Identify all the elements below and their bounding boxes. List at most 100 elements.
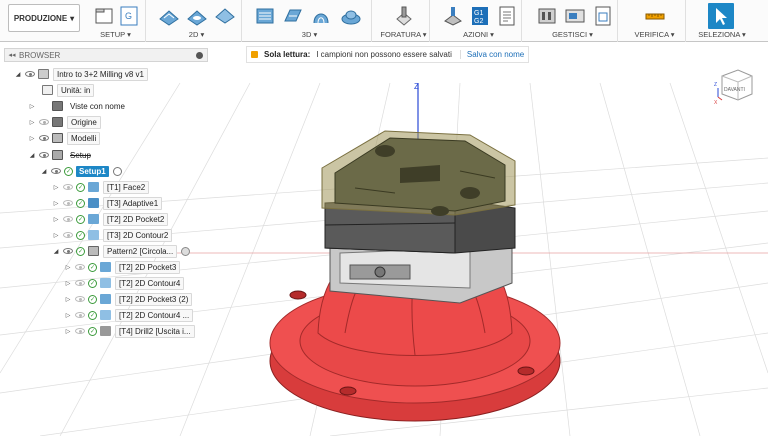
svg-text:G2: G2 — [474, 18, 483, 25]
drill-icon[interactable] — [393, 5, 415, 27]
status-check-icon: ✓ — [88, 278, 97, 288]
browser-title: BROWSER — [19, 50, 61, 60]
expand-triangle-icon[interactable]: ▷ — [64, 312, 72, 319]
face-op-icon — [88, 182, 99, 192]
tree-node-setup-folder[interactable]: ◢ Setup — [28, 148, 94, 162]
tree-node-units[interactable]: Unità: in — [42, 83, 95, 97]
expand-triangle-icon[interactable]: ▷ — [52, 200, 60, 207]
tree-node-label: [T2] 2D Contour4 ... — [115, 308, 194, 322]
tree-node-op[interactable]: ▷ ✓ [T2] 2D Pocket3 (2) — [64, 292, 193, 306]
view-cube[interactable]: DAVANTI Z X — [712, 64, 760, 106]
tree-node-models[interactable]: ▷ Modelli — [28, 131, 101, 145]
setup-folder-icon — [52, 150, 63, 160]
select-icon[interactable] — [708, 3, 734, 29]
manage-group-label[interactable]: GESTISCI ▾ — [528, 30, 617, 39]
activate-radio-icon[interactable] — [181, 246, 191, 256]
tree-node-op[interactable]: ▷ ✓ [T2] 2D Pocket2 — [52, 212, 169, 226]
visibility-eye-icon[interactable] — [39, 135, 49, 141]
visibility-eye-icon[interactable] — [75, 264, 85, 270]
expand-triangle-icon[interactable]: ▷ — [52, 184, 60, 191]
expand-triangle-icon[interactable]: ▷ — [28, 119, 36, 126]
3d-scallop-icon[interactable] — [340, 5, 362, 27]
select-group: SELEZIONA ▾ — [692, 0, 752, 42]
expand-triangle-icon[interactable]: ▷ — [64, 280, 72, 287]
contour-op-icon — [100, 310, 111, 320]
visibility-eye-icon[interactable] — [63, 248, 73, 254]
visibility-eye-icon[interactable] — [39, 119, 49, 125]
template-library-icon[interactable] — [592, 5, 614, 27]
visibility-eye-icon[interactable] — [51, 168, 61, 174]
viewcube-front-label: DAVANTI — [724, 87, 745, 93]
expand-triangle-icon[interactable]: ◢ — [14, 71, 22, 78]
2d-pocket-icon[interactable] — [186, 5, 208, 27]
viewcube-x-label: X — [714, 100, 718, 104]
3d-group-label[interactable]: 3D ▾ — [248, 30, 371, 39]
expand-triangle-icon[interactable]: ▷ — [28, 103, 36, 110]
drill-op-icon — [100, 326, 111, 336]
visibility-eye-icon[interactable] — [63, 232, 73, 238]
activate-radio-icon[interactable] — [112, 166, 122, 176]
3d-pocket-icon[interactable] — [282, 5, 304, 27]
expand-triangle-icon[interactable]: ▷ — [52, 232, 60, 239]
tree-node-document[interactable]: ◢ Intro to 3+2 Milling v8 v1 — [14, 67, 148, 81]
tree-node-pattern[interactable]: ◢ ✓ Pattern2 [Circola... — [52, 244, 191, 258]
visibility-eye-icon[interactable] — [75, 280, 85, 286]
collapse-chevron-icon[interactable]: ◂◂ — [5, 51, 19, 59]
expand-triangle-icon[interactable]: ▷ — [64, 328, 72, 335]
visibility-eye-icon[interactable] — [75, 328, 85, 334]
status-check-icon: ✓ — [88, 294, 97, 304]
tree-node-label: Unità: in — [57, 83, 95, 97]
visibility-eye-icon[interactable] — [25, 71, 35, 77]
expand-triangle-icon[interactable]: ▷ — [64, 296, 72, 303]
workspace-selector[interactable]: PRODUZIONE ▾ — [8, 4, 80, 32]
setup-group-label[interactable]: SETUP ▾ — [86, 30, 145, 39]
save-as-button[interactable]: Salva con nome — [459, 50, 524, 59]
visibility-eye-icon[interactable] — [63, 184, 73, 190]
inspect-group-label[interactable]: VERIFICA ▾ — [624, 30, 685, 39]
tree-node-named-views[interactable]: ▷ Viste con nome — [28, 99, 128, 113]
expand-triangle-icon[interactable]: ◢ — [28, 152, 36, 159]
expand-triangle-icon[interactable]: ◢ — [40, 168, 48, 175]
drilling-group-label[interactable]: FORATURA ▾ — [378, 30, 429, 39]
simulate-icon[interactable] — [442, 5, 464, 27]
visibility-eye-icon[interactable] — [39, 152, 49, 158]
pocket-op-icon — [100, 262, 111, 272]
new-folder-icon[interactable] — [94, 5, 116, 27]
measure-icon[interactable] — [644, 5, 666, 27]
3d-adaptive-icon[interactable] — [254, 5, 276, 27]
expand-triangle-icon[interactable]: ▷ — [28, 135, 36, 142]
tool-library-icon[interactable] — [536, 5, 558, 27]
browser-pin-icon[interactable] — [196, 51, 203, 59]
visibility-eye-icon[interactable] — [75, 296, 85, 302]
tree-node-op[interactable]: ▷ ✓ [T3] 2D Contour2 — [52, 228, 173, 242]
actions-group-label[interactable]: AZIONI ▾ — [436, 30, 521, 39]
status-check-icon: ✓ — [76, 246, 85, 256]
browser-header[interactable]: ◂◂ BROWSER — [4, 48, 208, 62]
setup-sheet-icon[interactable] — [496, 5, 518, 27]
expand-triangle-icon[interactable]: ▷ — [64, 264, 72, 271]
visibility-eye-icon[interactable] — [75, 312, 85, 318]
tree-node-op[interactable]: ▷ ✓ [T2] 2D Contour4 ... — [64, 308, 194, 322]
tree-node-op[interactable]: ▷ ✓ [T1] Face2 — [52, 180, 150, 194]
expand-triangle-icon[interactable]: ▷ — [52, 216, 60, 223]
vise-fixture[interactable] — [324, 198, 516, 304]
svg-text:G: G — [125, 11, 132, 21]
tree-node-op[interactable]: ▷ ✓ [T3] Adaptive1 — [52, 196, 163, 210]
select-group-label[interactable]: SELEZIONA ▾ — [692, 30, 752, 39]
tree-node-setup1[interactable]: ◢ ✓ Setup1 — [40, 164, 122, 178]
visibility-eye-icon[interactable] — [63, 216, 73, 222]
2d-group-label[interactable]: 2D ▾ — [152, 30, 241, 39]
post-process-icon[interactable]: G1 G2 — [469, 5, 491, 27]
expand-triangle-icon[interactable]: ◢ — [52, 248, 60, 255]
machine-library-icon[interactable] — [564, 5, 586, 27]
tree-node-origin[interactable]: ▷ Origine — [28, 115, 101, 129]
visibility-eye-icon[interactable] — [63, 200, 73, 206]
face-icon[interactable] — [214, 5, 236, 27]
setup-icon[interactable]: G — [118, 5, 140, 27]
tree-node-op[interactable]: ▷ ✓ [T4] Drill2 [Uscita i... — [64, 324, 195, 338]
tree-node-op[interactable]: ▷ ✓ [T2] 2D Pocket3 — [64, 260, 181, 274]
3d-contour-icon[interactable] — [310, 5, 332, 27]
2d-adaptive-icon[interactable] — [158, 5, 180, 27]
tree-node-op[interactable]: ▷ ✓ [T2] 2D Contour4 — [64, 276, 185, 290]
machined-part[interactable] — [321, 130, 516, 216]
